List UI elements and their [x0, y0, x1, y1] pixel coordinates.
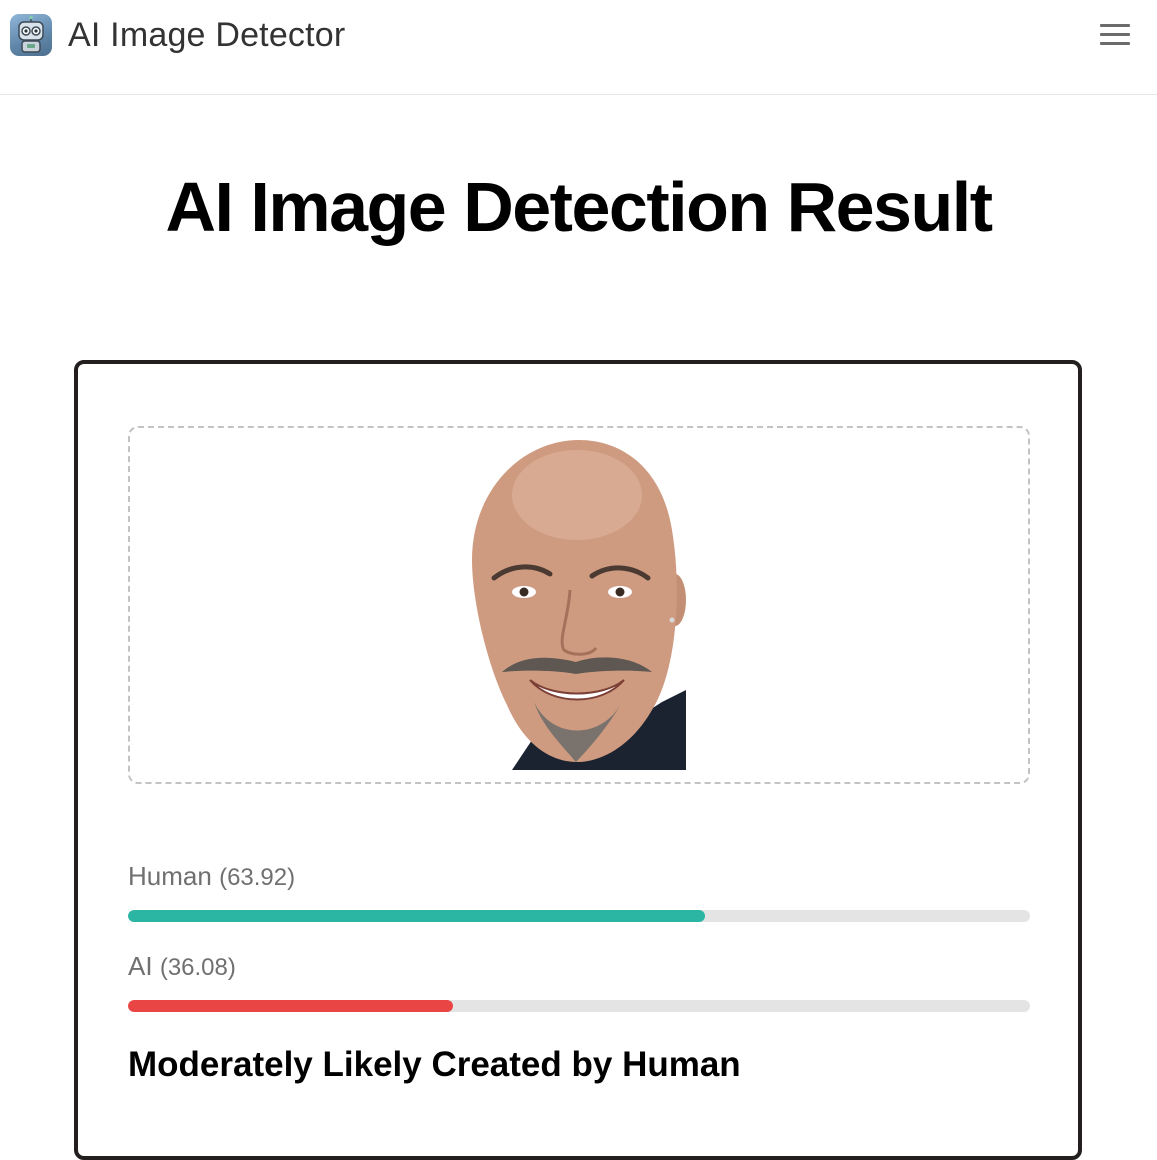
menu-line — [1100, 33, 1130, 36]
verdict-text: Moderately Likely Created by Human — [128, 1045, 741, 1084]
human-score-label: Human (63.92) — [128, 860, 295, 894]
human-score-bar — [128, 910, 1030, 922]
uploaded-portrait-image — [472, 440, 686, 770]
human-score-number: 63.92 — [227, 864, 288, 891]
ai-score-label: AI (36.08) — [128, 950, 236, 984]
ai-label: AI — [128, 951, 153, 981]
menu-line — [1100, 24, 1130, 27]
human-score-value: (63.92) — [219, 864, 296, 891]
menu-line — [1100, 42, 1130, 45]
hamburger-menu-icon[interactable] — [1099, 22, 1131, 48]
ai-score-fill — [128, 1000, 454, 1012]
page-title: AI Image Detection Result — [165, 168, 993, 246]
ai-score-number: 36.08 — [167, 954, 228, 981]
top-navbar: AI Image Detector — [0, 0, 1157, 95]
ai-score-bar — [128, 1000, 1030, 1012]
app-title[interactable]: AI Image Detector — [68, 14, 345, 56]
ai-score-value: (36.08) — [159, 954, 236, 981]
human-label: Human — [128, 861, 212, 891]
result-card: Human (63.92) AI (36.08) Moderately Like… — [74, 360, 1082, 1160]
human-score-fill — [128, 910, 705, 922]
robot-icon[interactable] — [10, 14, 52, 56]
image-preview-area[interactable] — [128, 426, 1030, 784]
